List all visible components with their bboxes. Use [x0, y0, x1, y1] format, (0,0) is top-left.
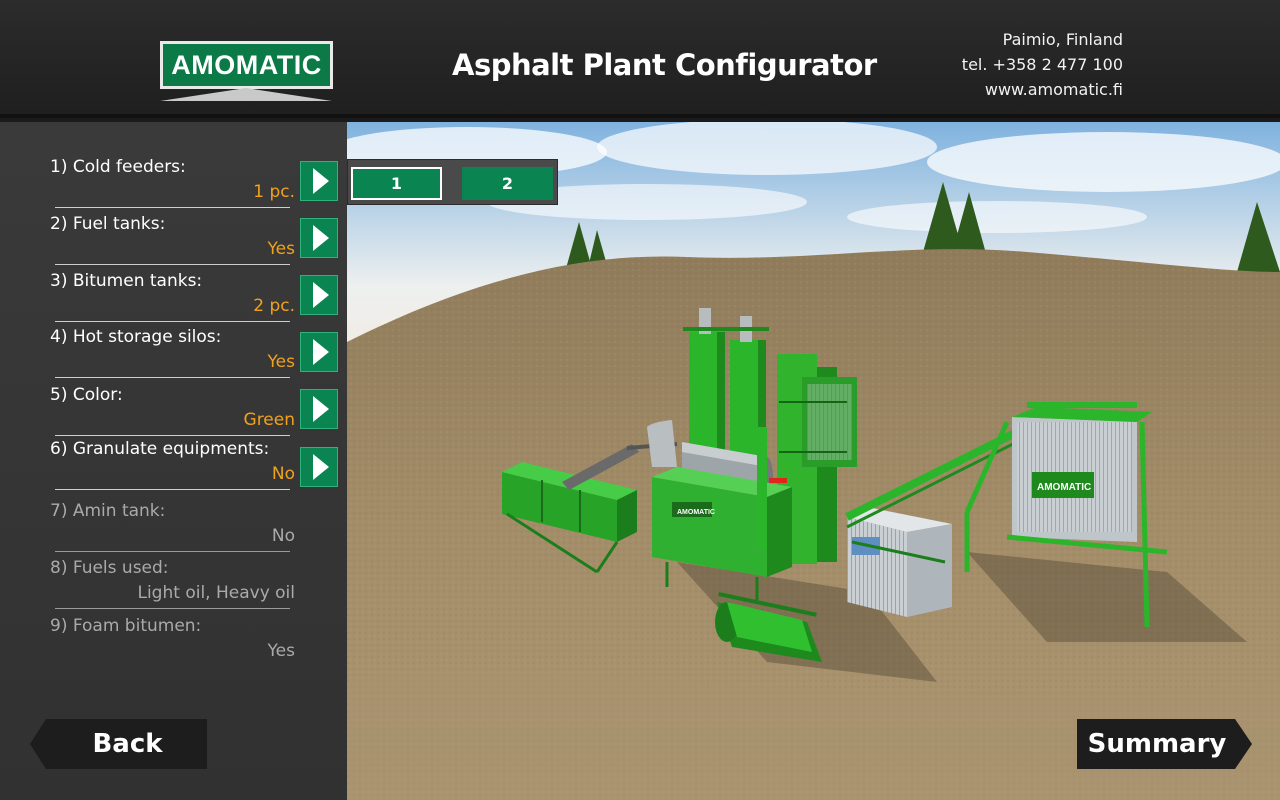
fuel-tanks-next-button[interactable]: [300, 218, 338, 258]
contact-phone: tel. +358 2 477 100: [961, 55, 1123, 74]
option-divider: [55, 551, 290, 552]
option-label: 3) Bitumen tanks:: [50, 271, 203, 291]
summary-button-label: Summary: [1087, 729, 1227, 759]
option-label: 1) Cold feeders:: [50, 157, 186, 177]
option-value: Green: [243, 410, 295, 430]
play-arrow-icon: [313, 225, 329, 251]
option-value: 1 pc.: [253, 182, 295, 202]
option-divider: [55, 321, 290, 322]
option-color: 5) Color: Green: [50, 385, 295, 439]
silo-sign-text: AMOMATIC: [1037, 482, 1091, 493]
back-button[interactable]: Back: [30, 719, 207, 769]
option-value: No: [271, 464, 295, 484]
play-arrow-icon: [313, 339, 329, 365]
option-fuels-used: 8) Fuels used: Light oil, Heavy oil: [50, 558, 295, 612]
option-label: 9) Foam bitumen:: [50, 616, 202, 636]
unit-2-button[interactable]: 2: [462, 167, 553, 200]
option-foam-bitumen: 9) Foam bitumen: Yes: [50, 616, 295, 670]
option-divider: [55, 264, 290, 265]
option-label: 5) Color:: [50, 385, 123, 405]
option-value: Yes: [267, 352, 295, 372]
unit-1-button[interactable]: 1: [351, 167, 442, 200]
option-divider: [55, 377, 290, 378]
play-arrow-icon: [313, 282, 329, 308]
option-granulate-equipments: 6) Granulate equipments: No: [50, 439, 295, 493]
option-value: 2 pc.: [253, 296, 295, 316]
logo-roof-shape: [160, 88, 332, 101]
logo-text: AMOMATIC: [171, 49, 322, 80]
summary-button[interactable]: Summary: [1077, 719, 1252, 769]
option-divider: [55, 608, 290, 609]
contact-website: www.amomatic.fi: [984, 80, 1123, 99]
baghouse-sign-text: AMOMATIC: [677, 509, 715, 516]
play-arrow-icon: [313, 396, 329, 422]
option-amin-tank: 7) Amin tank: No: [50, 501, 295, 555]
logo-box: AMOMATIC: [160, 41, 333, 89]
unit-selector: 1 2: [347, 159, 558, 205]
option-fuel-tanks: 2) Fuel tanks: Yes: [50, 214, 295, 268]
option-value: No: [271, 526, 295, 546]
play-arrow-icon: [313, 454, 329, 480]
control-cabin-model: [847, 507, 952, 617]
bitumen-tanks-next-button[interactable]: [300, 275, 338, 315]
contact-location: Paimio, Finland: [1002, 30, 1123, 49]
amomatic-logo: AMOMATIC: [160, 41, 333, 101]
option-value: Yes: [267, 641, 295, 661]
cold-feeders-next-button[interactable]: [300, 161, 338, 201]
option-label: 7) Amin tank:: [50, 501, 166, 521]
header-bar: AMOMATIC Asphalt Plant Configurator Paim…: [0, 0, 1280, 118]
option-divider: [55, 489, 290, 490]
option-divider: [55, 435, 290, 436]
option-hot-storage-silos: 4) Hot storage silos: Yes: [50, 327, 295, 381]
granulate-equipments-next-button[interactable]: [300, 447, 338, 487]
option-bitumen-tanks: 3) Bitumen tanks: 2 pc.: [50, 271, 295, 325]
option-cold-feeders: 1) Cold feeders: 1 pc.: [50, 157, 295, 211]
plant-scene-illustration: AMOMATIC AMOMATIC: [347, 122, 1280, 800]
option-value: Light oil, Heavy oil: [137, 583, 295, 603]
app-title: Asphalt Plant Configurator: [452, 48, 877, 82]
back-button-label: Back: [92, 729, 163, 759]
play-arrow-icon: [313, 168, 329, 194]
hot-storage-silos-next-button[interactable]: [300, 332, 338, 372]
option-label: 8) Fuels used:: [50, 558, 169, 578]
color-next-button[interactable]: [300, 389, 338, 429]
option-label: 4) Hot storage silos:: [50, 327, 222, 347]
option-value: Yes: [267, 239, 295, 259]
plant-3d-viewport[interactable]: AMOMATIC AMOMATIC: [347, 122, 1280, 800]
option-label: 2) Fuel tanks:: [50, 214, 166, 234]
option-label: 6) Granulate equipments:: [50, 439, 270, 459]
option-divider: [55, 207, 290, 208]
contact-info: Paimio, Finland tel. +358 2 477 100 www.…: [962, 27, 1123, 102]
